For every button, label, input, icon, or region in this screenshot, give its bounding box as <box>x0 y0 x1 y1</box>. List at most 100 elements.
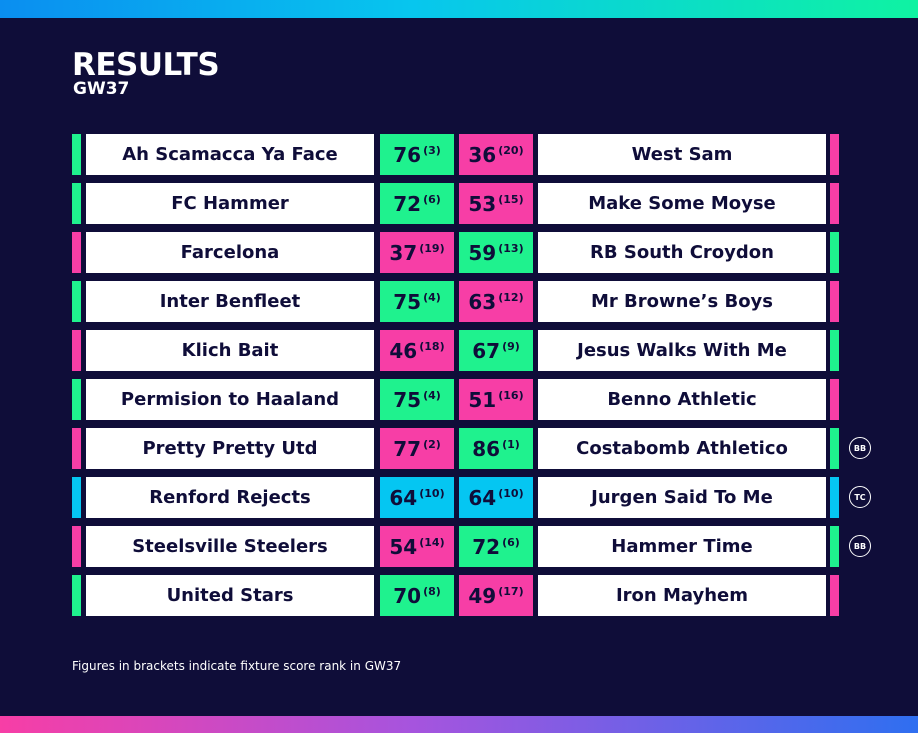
away-team-name: Make Some Moyse <box>538 183 826 224</box>
home-team-label: Inter Benfleet <box>159 291 301 312</box>
away-result-indicator <box>830 232 839 273</box>
home-result-indicator <box>72 379 81 420</box>
home-score: 54 <box>389 534 418 559</box>
away-team-label: Jurgen Said To Me <box>591 487 773 508</box>
away-rank: (12) <box>498 291 524 304</box>
away-score: 72 <box>472 534 501 559</box>
home-result-indicator <box>72 183 81 224</box>
away-team-label: Benno Athletic <box>607 389 757 410</box>
away-score-box: 49 (17) <box>459 575 533 616</box>
away-rank: (6) <box>502 536 520 549</box>
home-team-name: Renford Rejects <box>86 477 374 518</box>
page-title: RESULTS <box>72 47 220 83</box>
away-team-label: Hammer Time <box>611 536 753 557</box>
home-score: 75 <box>393 387 422 412</box>
fixture-row: Permision to Haaland 75 (4) 51 (16) Benn… <box>72 379 872 420</box>
away-team-label: West Sam <box>631 144 733 165</box>
home-team-name: Pretty Pretty Utd <box>86 428 374 469</box>
home-team-label: Pretty Pretty Utd <box>142 438 318 459</box>
home-team-name: Klich Bait <box>86 330 374 371</box>
home-rank: (4) <box>423 389 441 402</box>
home-rank: (14) <box>419 536 445 549</box>
home-team-name: Inter Benfleet <box>86 281 374 322</box>
home-rank: (19) <box>419 242 445 255</box>
away-result-indicator <box>830 134 839 175</box>
page-subtitle: GW37 <box>73 79 130 99</box>
home-rank: (6) <box>423 193 441 206</box>
home-score: 75 <box>393 289 422 314</box>
fixture-row: United Stars 70 (8) 49 (17) Iron Mayhem <box>72 575 872 616</box>
away-score: 86 <box>472 436 501 461</box>
home-score-box: 75 (4) <box>380 281 454 322</box>
fixture-row: Inter Benfleet 75 (4) 63 (12) Mr Browne’… <box>72 281 872 322</box>
away-team-label: Make Some Moyse <box>588 193 776 214</box>
away-score: 53 <box>468 191 497 216</box>
away-score: 64 <box>468 485 497 510</box>
away-team-label: Mr Browne’s Boys <box>590 291 774 312</box>
home-score: 76 <box>393 142 422 167</box>
away-score-box: 67 (9) <box>459 330 533 371</box>
home-team-label: Ah Scamacca Ya Face <box>122 144 338 165</box>
away-score: 63 <box>468 289 497 314</box>
away-team-name: RB South Croydon <box>538 232 826 273</box>
away-score-box: 64 (10) <box>459 477 533 518</box>
away-score-box: 36 (20) <box>459 134 533 175</box>
away-score-box: 86 (1) <box>459 428 533 469</box>
home-score: 37 <box>389 240 418 265</box>
away-score-box: 63 (12) <box>459 281 533 322</box>
away-score: 36 <box>468 142 497 167</box>
away-team-label: RB South Croydon <box>590 242 774 263</box>
home-result-indicator <box>72 575 81 616</box>
away-result-indicator <box>830 428 839 469</box>
home-score-box: 72 (6) <box>380 183 454 224</box>
home-team-label: FC Hammer <box>171 193 289 214</box>
away-result-indicator <box>830 379 839 420</box>
away-result-indicator <box>830 526 839 567</box>
home-score: 72 <box>393 191 422 216</box>
results-table: Ah Scamacca Ya Face 76 (3) 36 (20) West … <box>72 134 872 624</box>
home-score-box: 77 (2) <box>380 428 454 469</box>
home-rank: (2) <box>423 438 441 451</box>
home-result-indicator <box>72 526 81 567</box>
away-score: 59 <box>468 240 497 265</box>
home-team-label: Steelsville Steelers <box>132 536 328 557</box>
home-team-name: United Stars <box>86 575 374 616</box>
away-team-name: West Sam <box>538 134 826 175</box>
home-score: 77 <box>393 436 422 461</box>
away-result-indicator <box>830 330 839 371</box>
home-result-indicator <box>72 330 81 371</box>
home-score-box: 70 (8) <box>380 575 454 616</box>
chip-badge: TC <box>849 486 871 508</box>
away-rank: (16) <box>498 389 524 402</box>
away-team-name: Jurgen Said To Me <box>538 477 826 518</box>
home-score-box: 76 (3) <box>380 134 454 175</box>
fixture-row: Pretty Pretty Utd 77 (2) 86 (1) Costabom… <box>72 428 872 469</box>
fixture-row: FC Hammer 72 (6) 53 (15) Make Some Moyse <box>72 183 872 224</box>
home-score: 70 <box>393 583 422 608</box>
fixture-row: Steelsville Steelers 54 (14) 72 (6) Hamm… <box>72 526 872 567</box>
away-score: 49 <box>468 583 497 608</box>
away-rank: (20) <box>498 144 524 157</box>
away-score: 51 <box>468 387 497 412</box>
home-team-name: FC Hammer <box>86 183 374 224</box>
away-rank: (1) <box>502 438 520 451</box>
home-result-indicator <box>72 281 81 322</box>
away-team-name: Costabomb Athletico <box>538 428 826 469</box>
away-rank: (15) <box>498 193 524 206</box>
away-score-box: 72 (6) <box>459 526 533 567</box>
home-rank: (10) <box>419 487 445 500</box>
home-score-box: 46 (18) <box>380 330 454 371</box>
away-rank: (17) <box>498 585 524 598</box>
home-result-indicator <box>72 232 81 273</box>
home-team-label: United Stars <box>166 585 294 606</box>
home-rank: (3) <box>423 144 441 157</box>
top-gradient-bar <box>0 0 918 18</box>
home-team-name: Farcelona <box>86 232 374 273</box>
fixture-row: Klich Bait 46 (18) 67 (9) Jesus Walks Wi… <box>72 330 872 371</box>
away-score-box: 51 (16) <box>459 379 533 420</box>
home-score: 46 <box>389 338 418 363</box>
home-score-box: 37 (19) <box>380 232 454 273</box>
away-team-name: Jesus Walks With Me <box>538 330 826 371</box>
away-result-indicator <box>830 575 839 616</box>
away-rank: (13) <box>498 242 524 255</box>
